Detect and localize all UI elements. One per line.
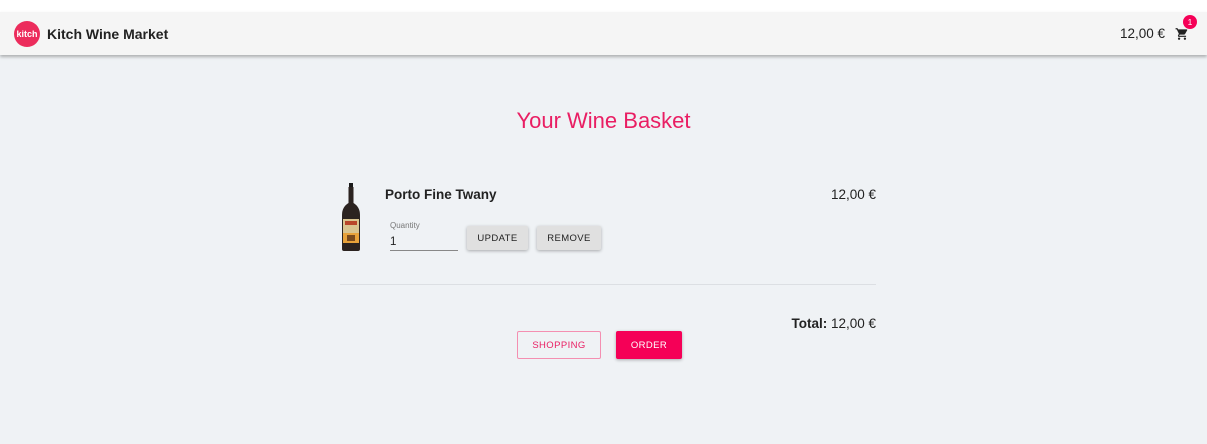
update-button[interactable]: UPDATE — [467, 226, 528, 250]
item-name[interactable]: Porto Fine Twany — [385, 187, 497, 202]
cart-total: 12,00 € — [1119, 26, 1165, 41]
shopping-cart-icon — [1175, 27, 1188, 40]
divider — [340, 284, 876, 285]
total-value: 12,00 € — [827, 316, 876, 331]
total-label: Total: — [791, 316, 828, 331]
app-bar: kitch Kitch Wine Market 12,00 € 1 — [0, 12, 1207, 55]
brand-logo[interactable]: kitch — [14, 20, 40, 47]
quantity-input[interactable] — [390, 233, 458, 251]
wine-bottle-image — [342, 183, 360, 251]
cart-button[interactable]: 1 — [1175, 14, 1197, 42]
shopping-button[interactable]: SHOPPING — [517, 331, 601, 359]
top-strip — [0, 0, 1207, 12]
order-button[interactable]: ORDER — [616, 331, 682, 359]
remove-button[interactable]: REMOVE — [537, 226, 601, 250]
page-title: Your Wine Basket — [516, 108, 691, 133]
quantity-label: Quantity — [390, 221, 420, 230]
item-price: 12,00 € — [830, 187, 876, 202]
cart-count-badge: 1 — [1183, 14, 1197, 29]
brand-name[interactable]: Kitch Wine Market — [47, 26, 168, 42]
logo-text: kitch — [16, 28, 38, 39]
basket-total: Total: 12,00 € — [700, 316, 876, 331]
